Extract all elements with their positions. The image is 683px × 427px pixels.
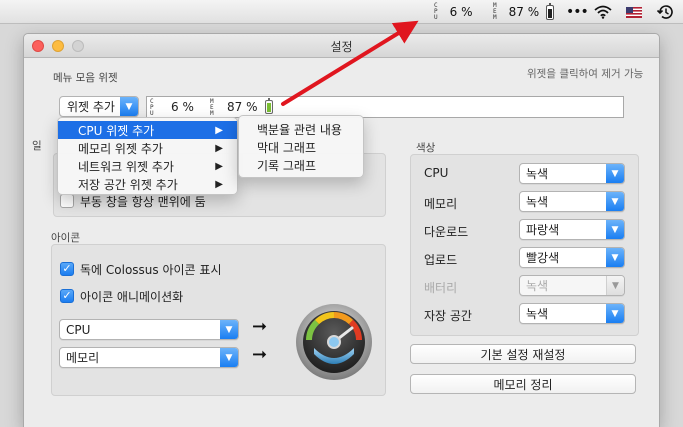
us-flag-icon[interactable] <box>626 0 642 24</box>
animate-icon-label: 아이콘 애니메이션화 <box>80 290 184 304</box>
submenu-item-bar-graph[interactable]: 막대 그래프 <box>239 138 363 156</box>
color-memory-label: 메모리 <box>424 197 458 211</box>
arrow-right-icon: ➞ <box>252 316 268 337</box>
color-download-value: 파랑색 <box>526 223 560 237</box>
chevron-down-icon: ▼ <box>606 276 624 295</box>
chevron-down-icon: ▼ <box>606 192 624 211</box>
submenu-arrow-icon: ▶ <box>215 160 223 172</box>
chevron-down-icon: ▼ <box>606 304 624 323</box>
color-storage-label: 자장 공간 <box>424 309 472 323</box>
submenu-arrow-icon: ▶ <box>215 142 223 154</box>
more-dots-icon[interactable]: ••• <box>566 0 589 24</box>
color-cpu-label: CPU <box>424 166 449 180</box>
color-cpu-value: 녹색 <box>526 167 549 181</box>
add-widget-label: 위젯 추가 <box>67 100 115 114</box>
time-machine-icon[interactable] <box>656 0 674 24</box>
icon-source2-select[interactable]: 메모리 ▼ <box>59 347 239 368</box>
color-battery-label: 배터리 <box>424 281 458 295</box>
floating-window-checkbox[interactable] <box>60 194 74 208</box>
chevron-down-icon: ▼ <box>220 320 238 339</box>
color-upload-select[interactable]: 빨강색 ▼ <box>519 247 625 268</box>
window-titlebar: 설정 <box>24 34 659 58</box>
icon-source2-value: 메모리 <box>66 351 100 365</box>
battery-icon[interactable] <box>546 0 554 24</box>
reset-defaults-button[interactable]: 기본 설정 재설정 <box>410 344 636 364</box>
show-dock-icon-checkbox[interactable]: ✓ <box>60 262 74 276</box>
chevron-down-icon: ▼ <box>120 97 138 116</box>
submenu-item-percentage[interactable]: 백분율 관련 내용 <box>239 120 363 138</box>
general-section-label: 일 <box>32 140 42 152</box>
submenu-arrow-icon: ▶ <box>215 178 223 190</box>
color-upload-label: 업로드 <box>424 253 458 267</box>
show-dock-icon-label: 독에 Colossus 아이콘 표시 <box>80 263 222 277</box>
animate-icon-checkbox[interactable]: ✓ <box>60 289 74 303</box>
menu-item-add-storage-widget[interactable]: 저장 공간 위젯 추가 ▶ <box>58 175 237 193</box>
color-battery-select: 녹색 ▼ <box>519 275 625 296</box>
preview-mem-label: MEM <box>210 98 214 117</box>
icon-section-label: 아이콘 <box>51 232 80 244</box>
menubar-cpu-widget[interactable]: CPU 6 % <box>434 0 472 24</box>
color-download-select[interactable]: 파랑색 ▼ <box>519 219 625 240</box>
color-battery-value: 녹색 <box>526 279 549 293</box>
menubar-cpu-value: 6 % <box>449 5 473 19</box>
menubar-mem-value: 87 % <box>508 5 540 19</box>
menu-item-add-network-widget[interactable]: 네트워크 위젯 추가 ▶ <box>58 157 237 175</box>
color-memory-value: 녹색 <box>526 195 549 209</box>
add-widget-button[interactable]: 위젯 추가 ▼ <box>59 96 139 117</box>
chevron-down-icon: ▼ <box>220 348 238 367</box>
remove-hint: 위젯을 클릭하여 제거 가능 <box>527 68 644 80</box>
widget-preview-bar[interactable]: CPU 6 % MEM 87 % <box>146 96 624 118</box>
color-cpu-select[interactable]: 녹색 ▼ <box>519 163 625 184</box>
preview-battery-icon[interactable] <box>265 98 273 114</box>
gauge-icon <box>296 304 372 380</box>
window-title: 설정 <box>330 40 353 54</box>
arrow-right-icon: ➞ <box>252 344 268 365</box>
color-storage-value: 녹색 <box>526 307 549 321</box>
preview-mem-value[interactable]: 87 % <box>227 100 258 114</box>
color-storage-select[interactable]: 녹색 ▼ <box>519 303 625 324</box>
submenu-item-history-graph[interactable]: 기록 그래프 <box>239 156 363 174</box>
purge-memory-button[interactable]: 메모리 정리 <box>410 374 636 394</box>
menubar-mem-label: MEM <box>493 2 497 21</box>
color-download-label: 다운로드 <box>424 225 469 239</box>
add-widget-menu: CPU 위젯 추가 ▶ 메모리 위젯 추가 ▶ 네트워크 위젯 추가 ▶ 저장 … <box>57 117 238 195</box>
preview-cpu-value[interactable]: 6 % <box>171 100 194 114</box>
system-menu-bar: CPU 6 % MEM 87 % ••• <box>0 0 683 24</box>
menubar-cpu-label: CPU <box>434 2 438 21</box>
menu-item-add-cpu-widget[interactable]: CPU 위젯 추가 ▶ <box>58 121 237 139</box>
submenu-arrow-icon: ▶ <box>215 124 223 136</box>
settings-window: 설정 메뉴 모음 위젯 위젯을 클릭하여 제거 가능 위젯 추가 ▼ CPU 6… <box>23 33 660 427</box>
menubar-mem-widget[interactable]: MEM 87 % <box>493 0 539 24</box>
menubar-widgets-label: 메뉴 모음 위젯 <box>53 72 118 84</box>
cpu-widget-submenu: 백분율 관련 내용 막대 그래프 기록 그래프 <box>238 115 364 178</box>
color-section-label: 색상 <box>416 142 436 154</box>
preview-cpu-label: CPU <box>150 98 154 117</box>
color-memory-select[interactable]: 녹색 ▼ <box>519 191 625 212</box>
chevron-down-icon: ▼ <box>606 248 624 267</box>
menu-item-add-memory-widget[interactable]: 메모리 위젯 추가 ▶ <box>58 139 237 157</box>
icon-source1-select[interactable]: CPU ▼ <box>59 319 239 340</box>
icon-source1-value: CPU <box>66 322 91 337</box>
wifi-icon[interactable] <box>594 0 612 24</box>
chevron-down-icon: ▼ <box>606 164 624 183</box>
color-upload-value: 빨강색 <box>526 251 560 265</box>
floating-window-label: 부동 창을 항상 맨위에 둠 <box>80 195 206 209</box>
chevron-down-icon: ▼ <box>606 220 624 239</box>
